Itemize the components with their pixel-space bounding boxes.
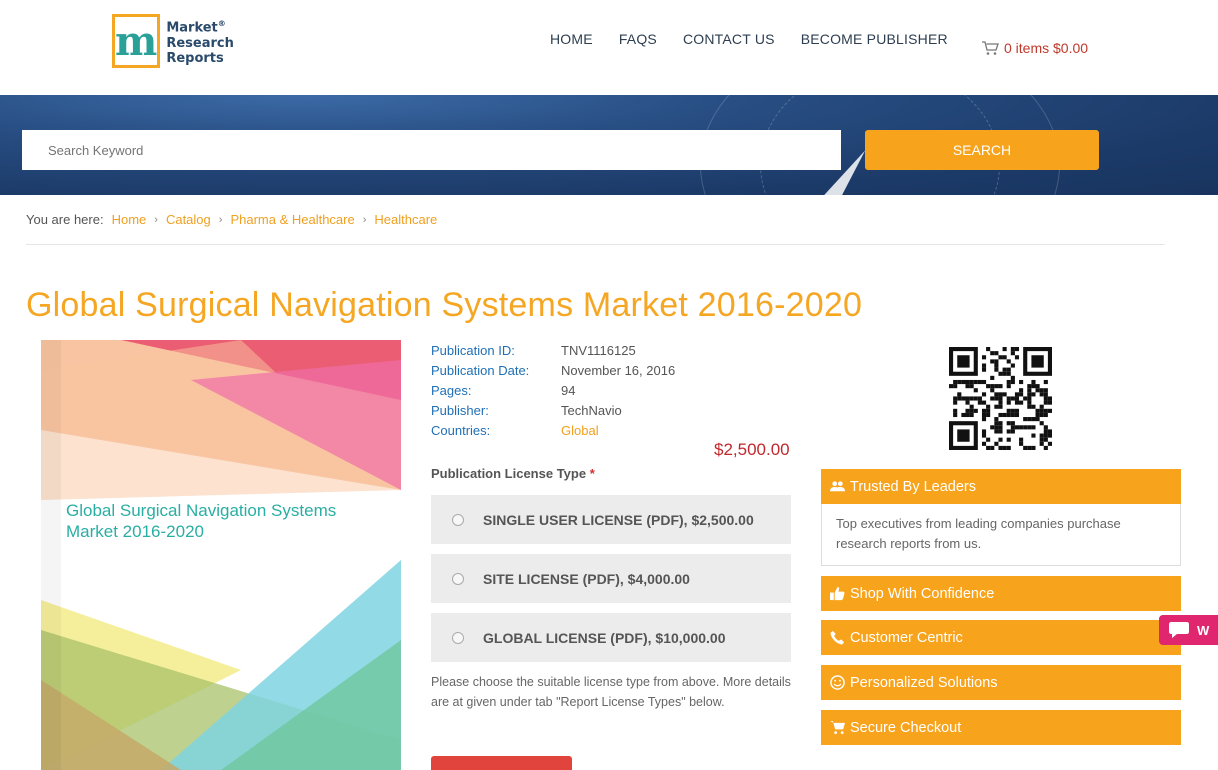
detail-row: Publication Date: November 16, 2016 — [431, 361, 675, 381]
license-option-single-user[interactable]: SINGLE USER LICENSE (PDF), $2,500.00 — [431, 495, 791, 544]
panel-title: Personalized Solutions — [850, 674, 998, 691]
panel-customer-centric[interactable]: Customer Centric — [821, 620, 1181, 655]
license-note: Please choose the suitable license type … — [431, 675, 791, 709]
license-option-global[interactable]: GLOBAL LICENSE (PDF), $10,000.00 — [431, 613, 791, 662]
users-icon — [830, 481, 845, 492]
thumbs-up-icon — [830, 586, 845, 601]
page-title: Global Surgical Navigation Systems Marke… — [26, 286, 863, 324]
chat-bubble-icon — [1169, 622, 1189, 638]
phone-icon — [830, 630, 845, 645]
radio-button[interactable] — [452, 572, 464, 585]
divider — [26, 244, 1165, 245]
license-heading: Publication License Type * — [431, 466, 595, 481]
detail-label: Countries: — [431, 423, 491, 438]
panel-title: Customer Centric — [850, 629, 963, 646]
detail-label: Publication ID: — [431, 343, 515, 358]
license-label: SITE LICENSE (PDF), $4,000.00 — [483, 570, 690, 587]
nav-become-publisher[interactable]: BECOME PUBLISHER — [801, 31, 948, 47]
report-cover-image: Global Surgical Navigation Systems Marke… — [41, 340, 401, 770]
cover-art — [41, 340, 401, 770]
nav-home[interactable]: HOME — [550, 31, 593, 47]
license-option-site[interactable]: SITE LICENSE (PDF), $4,000.00 — [431, 554, 791, 603]
breadcrumb-home[interactable]: Home — [112, 212, 147, 227]
main-nav: HOME FAQS CONTACT US BECOME PUBLISHER — [550, 31, 948, 47]
countries-link[interactable]: Global — [561, 421, 599, 441]
detail-row: Countries: Global — [431, 421, 675, 441]
panel-title: Trusted By Leaders — [850, 478, 976, 495]
breadcrumb-pharma[interactable]: Pharma & Healthcare — [230, 212, 354, 227]
chevron-right-icon: › — [362, 213, 367, 226]
publication-details: Publication ID: TNV1116125 Publication D… — [431, 341, 675, 441]
cart-icon — [982, 40, 999, 55]
radio-button[interactable] — [452, 513, 464, 526]
panel-personalized-solutions[interactable]: Personalized Solutions — [821, 665, 1181, 700]
site-header: m Market® Research Reports HOME FAQS CON… — [0, 0, 1218, 95]
price: $2,500.00 — [714, 440, 790, 459]
live-chat-tab[interactable]: W — [1159, 615, 1218, 645]
buy-now-button[interactable] — [431, 756, 572, 770]
qr-code — [949, 347, 1052, 450]
logo-text: Market® Research Reports — [166, 19, 234, 66]
detail-value: TechNavio — [561, 403, 622, 418]
required-mark: * — [589, 466, 595, 481]
detail-value: November 16, 2016 — [561, 363, 676, 378]
panel-shop-with-confidence[interactable]: Shop With Confidence — [821, 576, 1181, 611]
panel-title: Secure Checkout — [850, 719, 962, 736]
breadcrumb-catalog[interactable]: Catalog — [166, 212, 211, 227]
search-button[interactable]: SEARCH — [865, 130, 1099, 170]
license-label: SINGLE USER LICENSE (PDF), $2,500.00 — [483, 511, 754, 528]
search-input[interactable] — [22, 130, 841, 170]
cart-summary[interactable]: 0 items $0.00 — [982, 40, 1088, 56]
detail-value: TNV1116125 — [561, 343, 636, 358]
cover-title: Global Surgical Navigation Systems Marke… — [66, 501, 337, 541]
nav-contact-us[interactable]: CONTACT US — [683, 31, 775, 47]
license-label: GLOBAL LICENSE (PDF), $10,000.00 — [483, 629, 726, 646]
cart-label: 0 items $0.00 — [1004, 40, 1089, 56]
search-banner: SEARCH — [0, 95, 1218, 195]
detail-label: Pages: — [431, 383, 472, 398]
detail-row: Pages: 94 — [431, 381, 675, 401]
panel-body: Top executives from leading companies pu… — [821, 504, 1181, 566]
nav-faqs[interactable]: FAQS — [619, 31, 657, 47]
logo-mark: m — [112, 14, 161, 68]
breadcrumb-prefix: You are here: — [26, 212, 104, 227]
breadcrumb-healthcare[interactable]: Healthcare — [374, 212, 437, 227]
detail-label: Publication Date: — [431, 363, 530, 378]
site-logo[interactable]: m Market® Research Reports — [112, 14, 234, 68]
detail-row: Publication ID: TNV1116125 — [431, 341, 675, 361]
panel-title: Shop With Confidence — [850, 585, 995, 602]
detail-row: Publisher: TechNavio — [431, 401, 675, 421]
panel-trusted-by-leaders[interactable]: Trusted By Leaders — [821, 469, 1181, 504]
breadcrumb: You are here: Home › Catalog › Pharma & … — [26, 212, 437, 227]
chat-label: W — [1197, 622, 1210, 638]
smile-icon — [830, 675, 845, 690]
cart-icon — [830, 720, 845, 735]
chevron-right-icon: › — [154, 213, 158, 226]
radio-button[interactable] — [452, 631, 464, 644]
detail-value: 94 — [561, 383, 576, 398]
chevron-right-icon: › — [218, 213, 223, 226]
panel-secure-checkout[interactable]: Secure Checkout — [821, 710, 1181, 745]
detail-label: Publisher: — [431, 403, 489, 418]
